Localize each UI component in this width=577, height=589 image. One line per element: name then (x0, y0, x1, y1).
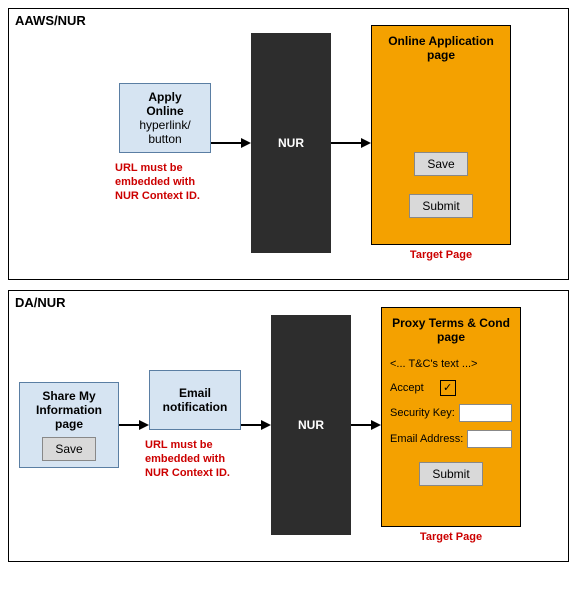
tc-text: <... T&C's text ...> (390, 358, 512, 370)
target-page-label: Target Page (371, 249, 511, 261)
nur-label: NUR (298, 418, 324, 432)
panel-title: AAWS/NUR (15, 13, 86, 28)
save-button[interactable]: Save (42, 437, 95, 461)
email-address-input[interactable] (467, 430, 512, 448)
apply-label-3: hyperlink/ (128, 118, 202, 132)
apply-label-2: Online (128, 104, 202, 118)
share-info-page: Share My Information page Save (19, 382, 119, 468)
security-key-input[interactable] (459, 404, 512, 422)
arrow-icon (351, 415, 381, 435)
submit-button[interactable]: Submit (409, 194, 472, 218)
accept-checkbox[interactable]: ✓ (440, 380, 456, 396)
target-title: Proxy Terms & Cond page (390, 316, 512, 344)
panel-aaws-nur: AAWS/NUR Apply Online hyperlink/ button … (8, 8, 569, 280)
panel-title: DA/NUR (15, 295, 66, 310)
security-key-label: Security Key: (390, 407, 455, 419)
nur-block: NUR (271, 315, 351, 535)
target-page-label: Target Page (381, 531, 521, 543)
arrow-icon (211, 133, 251, 153)
nur-label: NUR (278, 136, 304, 150)
email-address-label: Email Address: (390, 433, 463, 445)
online-application-page: Online Application page Save Submit (371, 25, 511, 245)
target-title: Online Application page (380, 34, 502, 62)
accept-label: Accept (390, 382, 424, 394)
share-title: Share My Information page (28, 389, 110, 431)
email-label-2: notification (158, 400, 232, 414)
apply-online-box[interactable]: Apply Online hyperlink/ button (119, 83, 211, 153)
save-button[interactable]: Save (414, 152, 467, 176)
arrow-icon (119, 415, 149, 435)
apply-label-4: button (128, 132, 202, 146)
url-note: URL must be embedded with NUR Context ID… (145, 438, 245, 481)
url-note: URL must be embedded with NUR Context ID… (115, 161, 215, 204)
apply-label-1: Apply (128, 90, 202, 104)
arrow-icon (241, 415, 271, 435)
nur-block: NUR (251, 33, 331, 253)
email-notification-box: Email notification (149, 370, 241, 430)
submit-button[interactable]: Submit (419, 462, 482, 486)
arrow-icon (331, 133, 371, 153)
panel-da-nur: DA/NUR Share My Information page Save Em… (8, 290, 569, 562)
proxy-terms-page: Proxy Terms & Cond page <... T&C's text … (381, 307, 521, 527)
email-label-1: Email (158, 386, 232, 400)
